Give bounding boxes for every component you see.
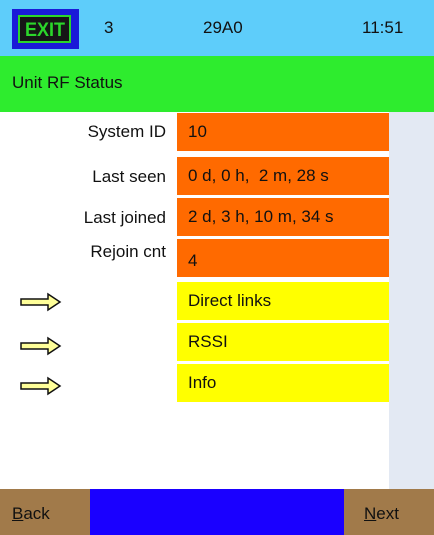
- next-button[interactable]: Next: [344, 489, 434, 535]
- unit-id: 29A0: [203, 18, 243, 37]
- back-label: Back: [12, 504, 50, 523]
- right-arrow-icon[interactable]: [20, 336, 62, 356]
- system-id-label: System ID: [87, 122, 166, 141]
- right-arrow-icon[interactable]: [20, 292, 62, 312]
- clock-time: 11:51: [362, 18, 404, 37]
- last-joined-value: 2 d, 3 h, 10 m, 34 s: [177, 198, 389, 236]
- rssi-button[interactable]: RSSI: [177, 323, 389, 361]
- last-seen-value: 0 d, 0 h, 2 m, 28 s: [177, 157, 389, 195]
- exit-button[interactable]: EXIT: [12, 9, 79, 49]
- exit-label: EXIT: [25, 20, 65, 40]
- direct-links-label: Direct links: [188, 291, 272, 310]
- top-status-bar: EXIT 3 29A0 11:51: [0, 0, 434, 56]
- rejoin-cnt-value-text: 4: [188, 251, 198, 270]
- info-label: Info: [188, 373, 217, 392]
- title-bar: Unit RF Status: [0, 56, 434, 112]
- back-button[interactable]: Back: [0, 489, 90, 535]
- right-arrow-icon[interactable]: [20, 376, 62, 396]
- channel-number: 3: [104, 18, 114, 37]
- last-seen-value-text: 0 d, 0 h, 2 m, 28 s: [188, 166, 329, 185]
- system-id-value: 10: [177, 113, 389, 151]
- last-joined-value-text: 2 d, 3 h, 10 m, 34 s: [188, 207, 334, 226]
- system-id-value-text: 10: [188, 122, 207, 141]
- last-joined-label: Last joined: [83, 208, 166, 227]
- side-panel: [389, 112, 434, 489]
- page-title: Unit RF Status: [12, 73, 123, 92]
- rejoin-cnt-value: 4: [177, 239, 389, 277]
- last-seen-label: Last seen: [92, 167, 166, 186]
- next-label: Next: [364, 504, 399, 523]
- info-button[interactable]: Info: [177, 364, 389, 402]
- direct-links-button[interactable]: Direct links: [177, 282, 389, 320]
- rssi-label: RSSI: [188, 332, 228, 351]
- rejoin-cnt-label: Rejoin cnt: [90, 242, 166, 261]
- exit-sign-icon: EXIT: [18, 15, 71, 43]
